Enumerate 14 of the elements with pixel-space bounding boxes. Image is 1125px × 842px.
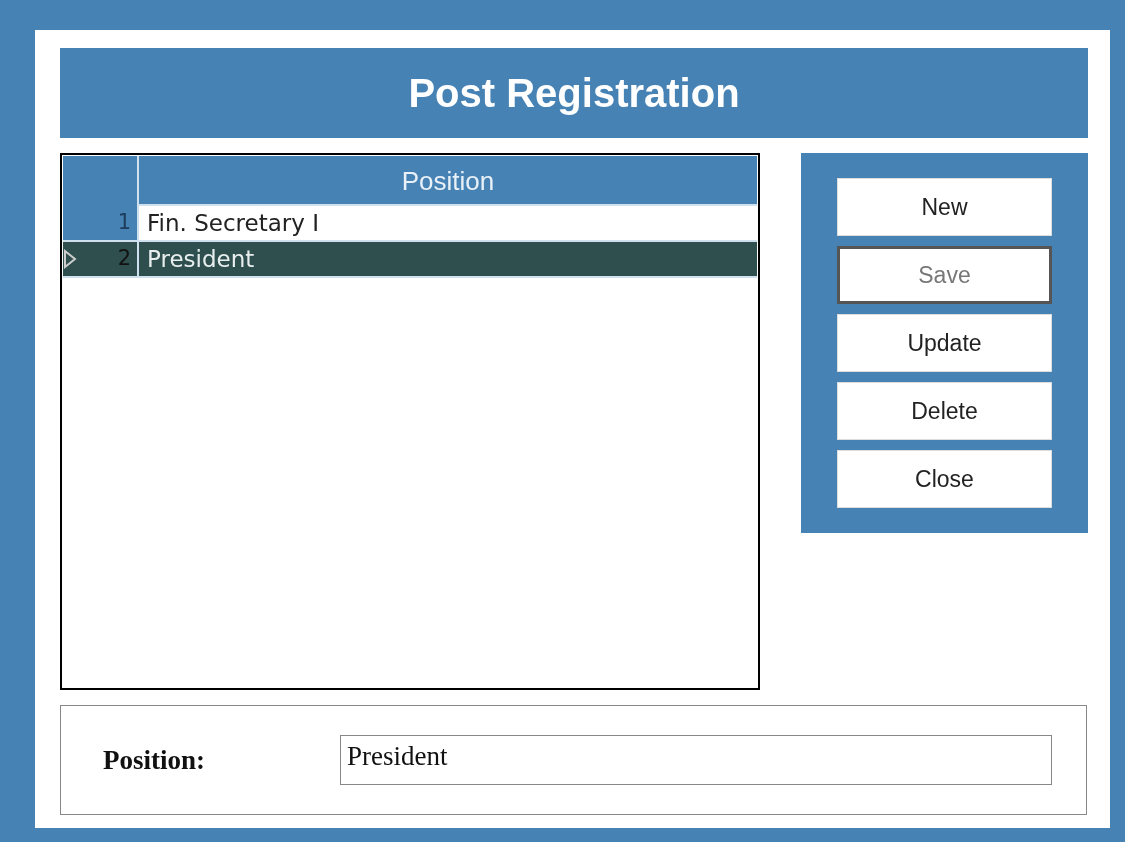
table-cell-text: Fin. Secretary I <box>146 208 320 238</box>
row-number: 1 <box>117 209 131 237</box>
column-header[interactable]: Position <box>139 156 757 206</box>
window-title: Post Registration <box>60 48 1088 138</box>
table-cell: President <box>139 242 757 276</box>
action-button[interactable]: Update <box>837 314 1052 372</box>
action-button[interactable]: New <box>837 178 1052 236</box>
action-button[interactable]: Delete <box>837 382 1052 440</box>
input-field[interactable]: President <box>340 735 1052 785</box>
field-label: Position: <box>103 743 206 777</box>
row-number: 2 <box>117 245 131 273</box>
row-indicator-icon <box>63 249 77 269</box>
action-button[interactable]: Close <box>837 450 1052 508</box>
grid-row[interactable]: 2 President <box>63 242 757 278</box>
